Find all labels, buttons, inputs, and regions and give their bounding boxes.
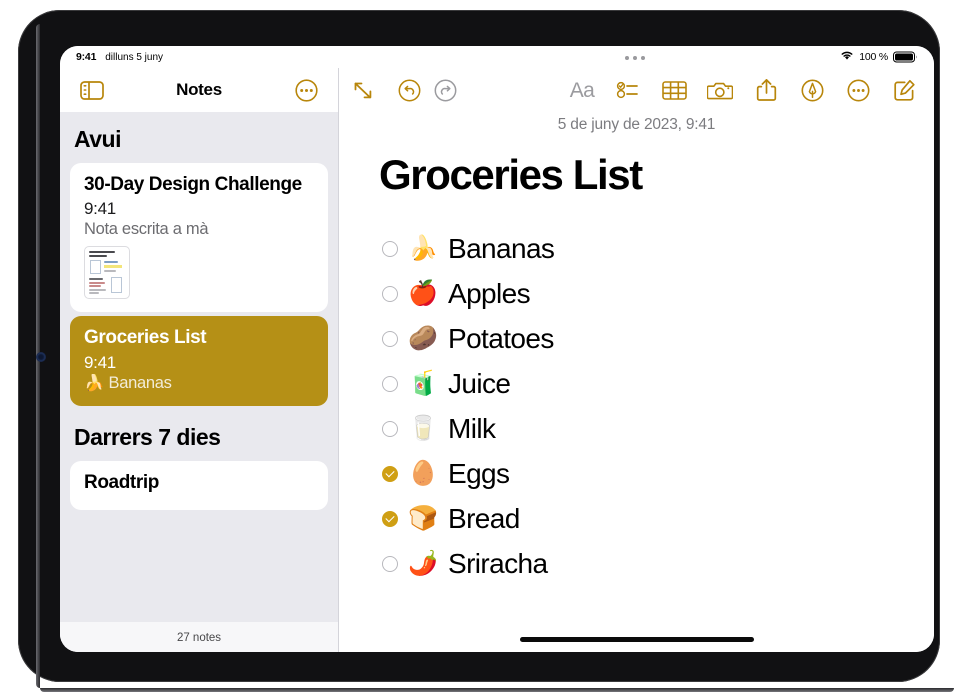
item-emoji: 🍞 <box>408 504 438 532</box>
item-label: Potatoes <box>448 322 554 354</box>
undo-icon[interactable] <box>391 75 427 105</box>
ipad-screen: 9:41 dilluns 5 juny 100 % Notes Avui 30-… <box>60 46 934 652</box>
home-indicator[interactable] <box>519 637 754 642</box>
device-bottom-edge <box>40 688 954 692</box>
table-icon[interactable] <box>656 75 692 105</box>
checkbox-circle-icon[interactable] <box>382 330 398 347</box>
item-label: Juice <box>448 367 511 399</box>
checkbox-circle-icon[interactable] <box>382 555 398 572</box>
checklist-item[interactable]: 🍎 Apples <box>379 271 894 316</box>
format-text-label: Aa <box>569 78 595 102</box>
share-icon[interactable] <box>748 75 784 105</box>
note-detail-pane: Aa 5 de juny de 2023, 9:41 Groceries Lis… <box>339 68 934 652</box>
note-content[interactable]: 5 de juny de 2023, 9:41 Groceries List 🍌… <box>339 112 934 652</box>
note-snippet: 🍌 Bananas <box>84 373 172 392</box>
expand-icon[interactable] <box>345 75 381 105</box>
item-emoji: 🥔 <box>408 324 438 352</box>
item-emoji: 🥛 <box>408 414 438 442</box>
checklist-item[interactable]: 🥔 Potatoes <box>379 316 894 361</box>
checklist-item[interactable]: 🍌 Bananas <box>379 226 894 271</box>
item-emoji: 🍌 <box>408 234 438 262</box>
note-thumbnail <box>84 246 130 300</box>
checkbox-circle-checked-icon[interactable] <box>382 465 398 482</box>
split-view: Notes Avui 30-Day Design Challenge 9:41 … <box>60 68 934 652</box>
camera-icon[interactable] <box>702 75 738 105</box>
sidebar-navigation-bar: Notes <box>60 68 338 112</box>
section-header-last-7-days: Darrers 7 dies <box>74 423 221 450</box>
checklist-item[interactable]: 🌶️ Sriracha <box>379 541 894 586</box>
item-emoji: 🧃 <box>408 369 438 397</box>
notes-count-label: 27 notes <box>60 622 338 652</box>
note-time: 9:41 <box>84 199 116 219</box>
checkbox-circle-icon[interactable] <box>382 375 398 392</box>
note-date-label: 5 de juny de 2023, 9:41 <box>557 116 716 133</box>
format-text-icon[interactable]: Aa <box>564 75 600 105</box>
sidebar-toggle-icon[interactable] <box>78 78 106 102</box>
checkbox-circle-icon[interactable] <box>382 285 398 302</box>
checklist-item[interactable]: 🍞 Bread <box>379 496 894 541</box>
note-title: 30-Day Design Challenge <box>84 174 302 195</box>
more-icon[interactable] <box>840 75 876 105</box>
item-emoji: 🍎 <box>408 279 438 307</box>
checkbox-circle-icon[interactable] <box>382 240 398 257</box>
compose-icon[interactable] <box>886 75 922 105</box>
item-label: Bananas <box>448 232 555 264</box>
note-time: 9:41 <box>84 352 116 372</box>
note-list-item-design-challenge[interactable]: 30-Day Design Challenge 9:41 Nota escrit… <box>70 163 328 313</box>
section-header-today: Avui <box>74 126 122 152</box>
checklist-item[interactable]: 🥛 Milk <box>379 406 894 451</box>
item-emoji: 🌶️ <box>408 549 438 577</box>
checklist-icon[interactable] <box>610 75 646 105</box>
item-label: Sriracha <box>448 547 548 579</box>
checklist-item[interactable]: 🥚 Eggs <box>379 451 894 496</box>
item-label: Bread <box>448 502 520 534</box>
note-title: Roadtrip <box>84 471 159 493</box>
notes-sidebar: Notes Avui 30-Day Design Challenge 9:41 … <box>60 68 339 652</box>
multitask-dot <box>632 56 637 60</box>
note-toolbar: Aa <box>339 68 934 112</box>
more-ellipsis-circle-icon[interactable] <box>292 78 320 102</box>
item-label: Milk <box>448 412 496 444</box>
note-title: Groceries List <box>84 327 207 349</box>
checkbox-circle-checked-icon[interactable] <box>382 510 398 527</box>
note-snippet: Nota escrita a mà <box>84 220 209 239</box>
note-heading: Groceries List <box>379 151 643 198</box>
multitask-dot <box>640 56 645 60</box>
checkbox-circle-icon[interactable] <box>382 420 398 437</box>
ipad-device-frame: 9:41 dilluns 5 juny 100 % Notes Avui 30-… <box>18 10 954 692</box>
note-checklist: 🍌 Bananas 🍎 Apples 🥔 Potatoes 🧃 Juice 🥛 … <box>379 226 894 586</box>
item-label: Eggs <box>448 457 510 489</box>
redo-icon[interactable] <box>427 75 463 105</box>
item-emoji: 🥚 <box>408 459 438 487</box>
multitasking-control[interactable] <box>60 56 934 60</box>
note-list-item-roadtrip[interactable]: Roadtrip <box>70 460 328 511</box>
front-camera-icon <box>37 353 45 361</box>
markup-pen-icon[interactable] <box>794 75 830 105</box>
item-label: Apples <box>448 277 531 309</box>
note-list-item-groceries-list[interactable]: Groceries List 9:41 🍌 Bananas <box>70 316 328 406</box>
checklist-item[interactable]: 🧃 Juice <box>379 361 894 406</box>
multitask-dot <box>624 56 629 60</box>
notes-list[interactable]: Avui 30-Day Design Challenge 9:41 Nota e… <box>60 112 338 622</box>
